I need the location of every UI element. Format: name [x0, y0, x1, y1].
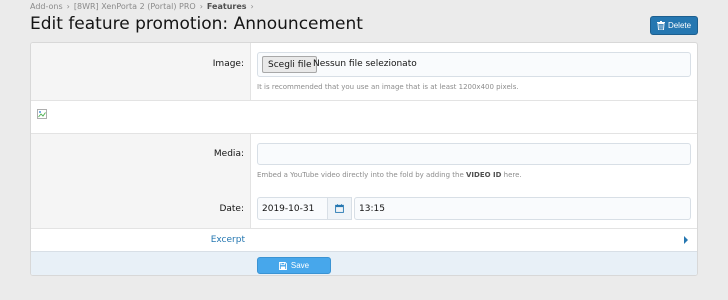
excerpt-label: Excerpt — [210, 235, 245, 245]
floppy-disk-icon — [278, 261, 287, 270]
file-status-text: Nessun file selezionato — [313, 59, 417, 69]
excerpt-label-cell: Excerpt — [31, 229, 251, 251]
time-value: 13:15 — [359, 204, 385, 214]
time-input[interactable]: 13:15 — [354, 197, 691, 220]
media-hint-text: Embed a YouTube video directly into the … — [257, 171, 466, 179]
breadcrumb-separator-icon: › — [66, 2, 70, 11]
save-button[interactable]: Save — [257, 257, 331, 274]
date-input[interactable]: 2019-10-31 — [257, 197, 328, 220]
trash-icon — [656, 21, 665, 30]
breadcrumb: Add-ons › [8WR] XenPorta 2 (Portal) PRO … — [30, 2, 258, 11]
image-hint: It is recommended that you use an image … — [257, 83, 519, 91]
image-label-cell: Image: — [31, 43, 251, 100]
image-preview-row — [31, 101, 697, 134]
submit-row: Save — [31, 251, 697, 275]
date-label: Date: — [219, 204, 244, 214]
date-row: Date: 2019-10-31 13:15 — [31, 191, 697, 229]
image-file-input[interactable]: Scegli file Nessun file selezionato — [257, 52, 691, 77]
media-label-cell: Media: — [31, 134, 251, 191]
chevron-right-icon — [684, 236, 688, 244]
image-row: Image: Scegli file Nessun file seleziona… — [31, 43, 697, 101]
delete-button[interactable]: Delete — [650, 16, 698, 35]
media-hint-text-end: here. — [501, 171, 522, 179]
media-label: Media: — [213, 149, 244, 159]
media-input[interactable] — [257, 143, 691, 165]
media-row: Media: Embed a YouTube video directly in… — [31, 134, 697, 191]
calendar-icon — [335, 204, 344, 213]
broken-image-icon — [37, 109, 47, 119]
delete-button-label: Delete — [667, 21, 692, 30]
breadcrumb-item-addon[interactable]: [8WR] XenPorta 2 (Portal) PRO — [74, 2, 196, 11]
date-label-cell: Date: — [31, 191, 251, 228]
page-title: Edit feature promotion: Announcement — [30, 14, 363, 34]
excerpt-toggle-row[interactable]: Excerpt — [31, 229, 697, 251]
breadcrumb-item-features[interactable]: Features — [207, 2, 247, 11]
calendar-button[interactable] — [328, 197, 352, 220]
breadcrumb-separator-icon: › — [199, 2, 203, 11]
breadcrumb-item-addons[interactable]: Add-ons — [30, 2, 63, 11]
image-label: Image: — [212, 59, 244, 69]
media-hint: Embed a YouTube video directly into the … — [257, 171, 522, 179]
date-value: 2019-10-31 — [262, 204, 315, 214]
save-button-label: Save — [290, 261, 310, 270]
feature-edit-form: Image: Scegli file Nessun file seleziona… — [30, 42, 698, 276]
media-hint-bold: VIDEO ID — [466, 171, 502, 179]
breadcrumb-separator-icon: › — [250, 2, 254, 11]
choose-file-button[interactable]: Scegli file — [262, 56, 318, 73]
